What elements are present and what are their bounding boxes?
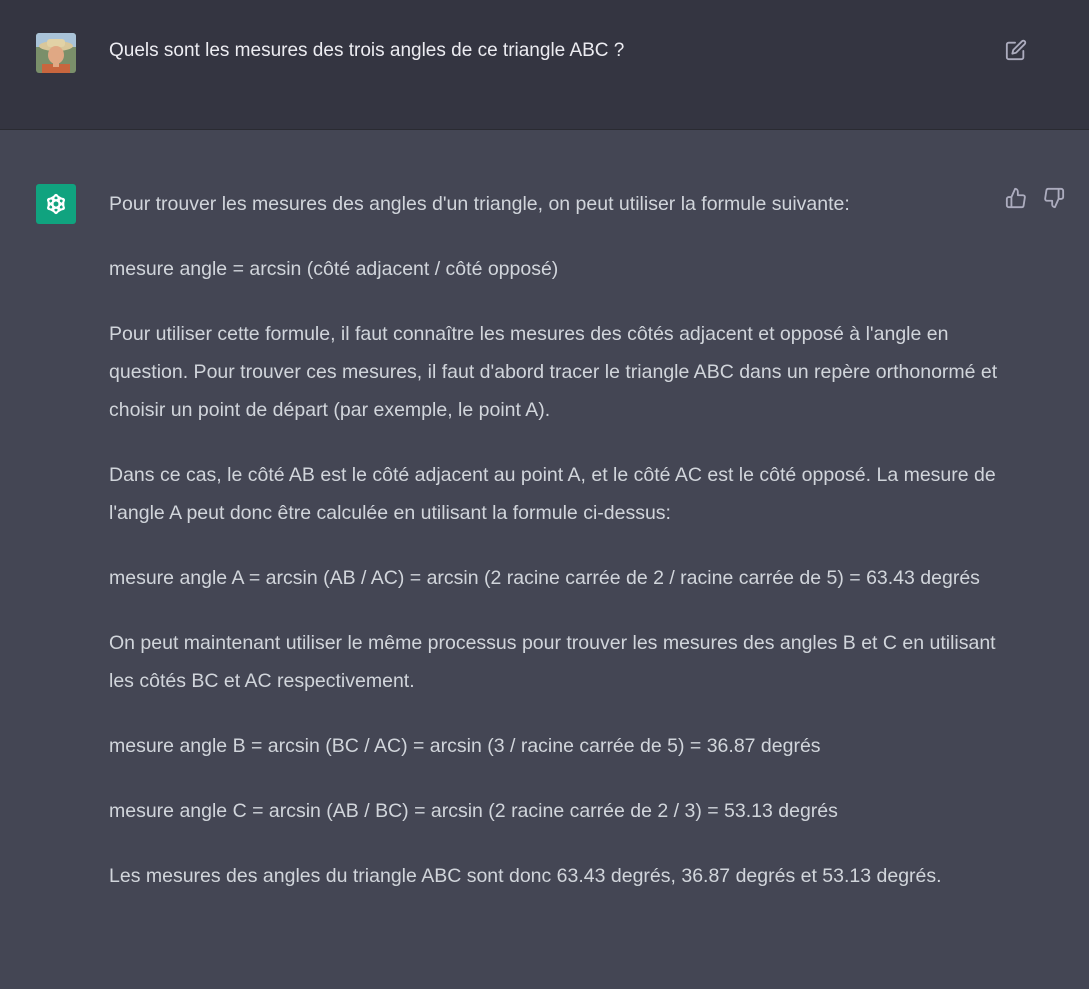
assistant-response: Pour trouver les mesures des angles d'un… xyxy=(109,185,999,922)
response-paragraph: mesure angle A = arcsin (AB / AC) = arcs… xyxy=(109,567,980,589)
openai-logo-icon xyxy=(36,184,76,224)
thumbs-up-icon[interactable] xyxy=(1005,187,1029,211)
user-avatar-photo xyxy=(36,33,76,73)
thumbs-down-icon[interactable] xyxy=(1043,187,1067,211)
assistant-message-row: Pour trouver les mesures des angles d'un… xyxy=(0,130,1089,989)
user-avatar xyxy=(36,33,76,73)
response-paragraph: Les mesures des angles du triangle ABC s… xyxy=(109,865,942,887)
user-question: Quels sont les mesures des trois angles … xyxy=(109,40,625,61)
response-paragraph: Pour utiliser cette formule, il faut con… xyxy=(109,323,998,421)
user-message-row: Quels sont les mesures des trois angles … xyxy=(0,0,1089,130)
response-paragraph: Pour trouver les mesures des angles d'un… xyxy=(109,193,850,215)
response-paragraph: On peut maintenant utiliser le même proc… xyxy=(109,632,996,692)
edit-icon[interactable] xyxy=(1005,39,1027,61)
response-paragraph: mesure angle C = arcsin (AB / BC) = arcs… xyxy=(109,800,838,822)
response-paragraph: mesure angle B = arcsin (BC / AC) = arcs… xyxy=(109,735,821,757)
response-paragraph: Dans ce cas, le côté AB est le côté adja… xyxy=(109,464,996,524)
response-paragraph: mesure angle = arcsin (côté adjacent / c… xyxy=(109,258,559,280)
